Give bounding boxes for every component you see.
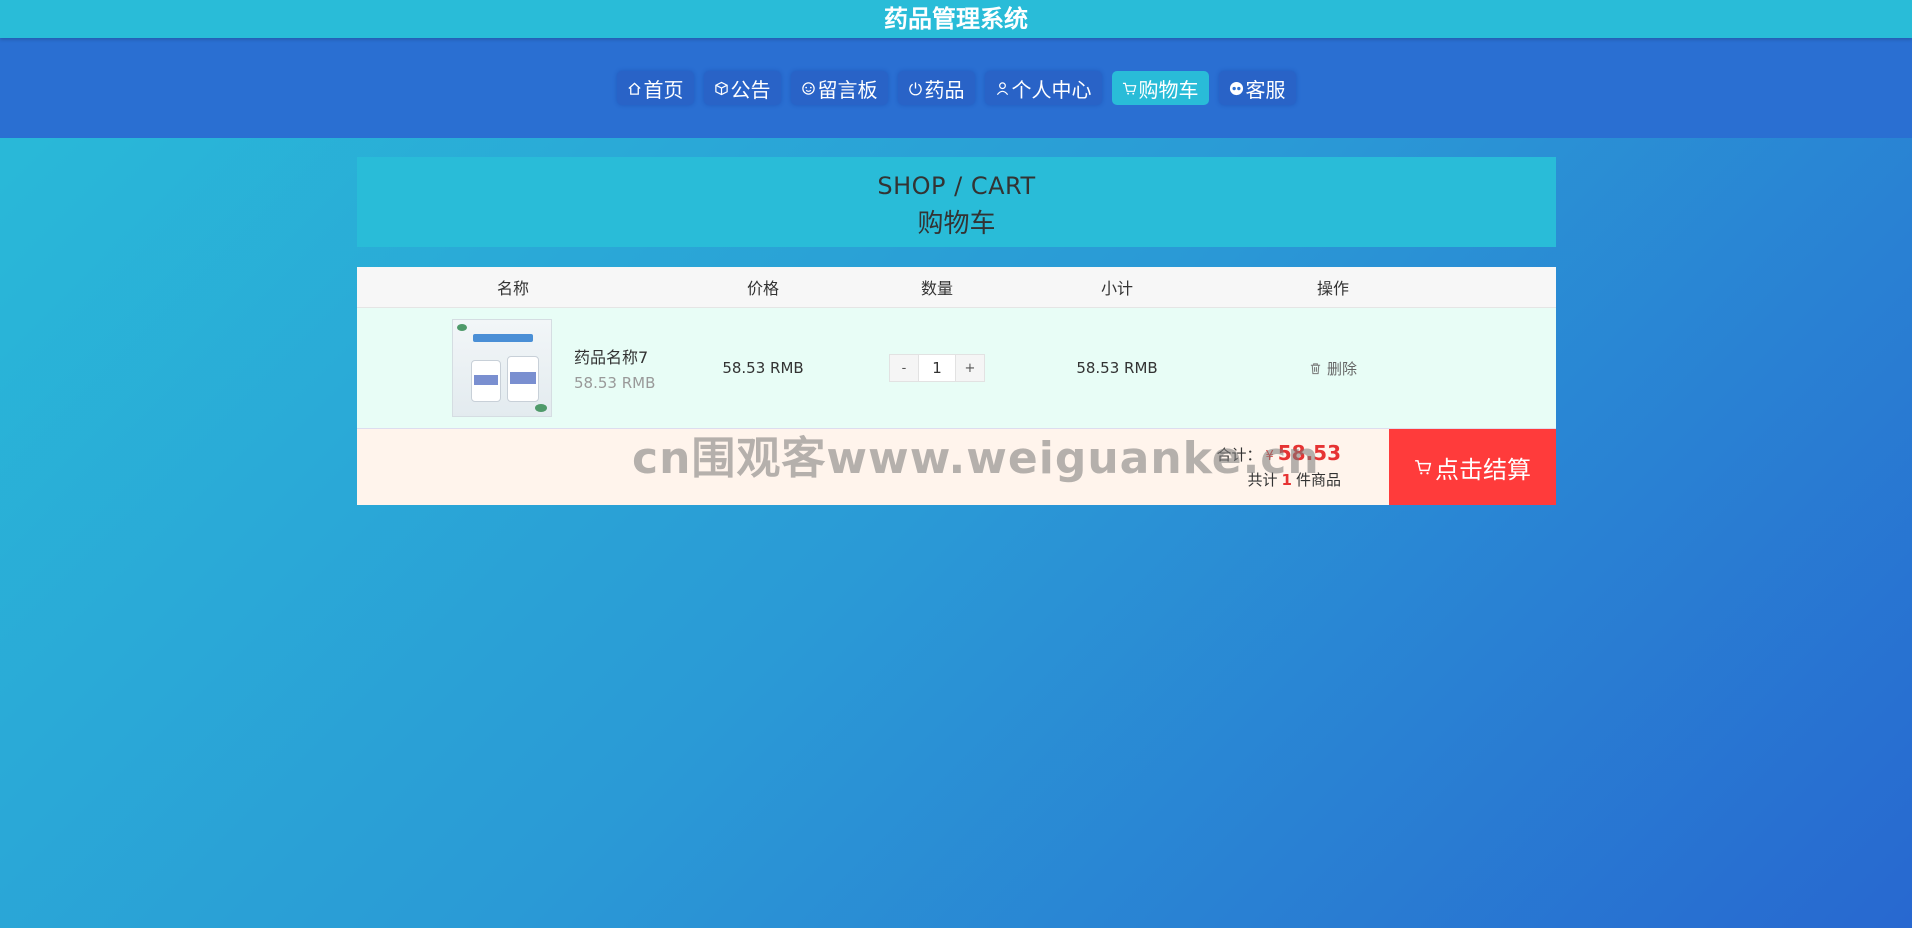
quantity-stepper: - 1 + [889, 354, 985, 382]
page-banner: SHOP / CART 购物车 [357, 157, 1556, 247]
product-name[interactable]: 药品名称7 [574, 344, 655, 368]
nav-label: 个人中心 [1011, 77, 1092, 102]
trash-icon [1310, 362, 1321, 374]
product-unit-price: 58.53 RMB [574, 374, 656, 392]
nav-item-service[interactable]: 客服 [1218, 71, 1296, 105]
nav-item-cart[interactable]: 购物车 [1111, 71, 1209, 105]
column-header-name: 名称 [496, 279, 529, 298]
nav-item-home[interactable]: 首页 [616, 71, 694, 105]
quantity-cell: - 1 + [857, 354, 1017, 382]
cube-icon [714, 81, 728, 95]
cart-icon [1415, 460, 1432, 475]
delete-label: 删除 [1326, 359, 1357, 378]
nav-label: 留言板 [817, 77, 878, 102]
cart-footer: 合计： ¥ 58.53 共计 1 件商品 点击结算 [357, 429, 1556, 505]
chat-icon [1229, 81, 1243, 95]
cart-totals: 合计： ¥ 58.53 共计 1 件商品 [1216, 429, 1389, 505]
nav-item-medicine[interactable]: 药品 [897, 71, 975, 105]
nav-item-notice[interactable]: 公告 [703, 71, 781, 105]
nav-item-profile[interactable]: 个人中心 [984, 71, 1102, 105]
banner-title: 购物车 [917, 209, 996, 239]
nav-label: 药品 [924, 77, 965, 102]
nav-label: 公告 [730, 77, 771, 102]
subtotal-cell: 58.53 RMB [1076, 359, 1158, 377]
increase-button[interactable]: + [955, 354, 985, 382]
user-icon [996, 81, 1008, 95]
home-icon [627, 81, 641, 95]
count-prefix: 共计 [1247, 471, 1278, 489]
checkout-button[interactable]: 点击结算 [1389, 429, 1556, 505]
banner-english-title: SHOP / CART [877, 172, 1036, 200]
quantity-input[interactable]: 1 [919, 354, 955, 382]
price-cell: 58.53 RMB [722, 359, 804, 377]
product-image[interactable] [452, 319, 552, 417]
main-nav: 首页 公告 留言板 药品 个人中心 购物车 客服 [0, 38, 1912, 138]
cart-icon [1122, 82, 1136, 95]
nav-item-messages[interactable]: 留言板 [790, 71, 888, 105]
column-header-actions: 操作 [1316, 279, 1349, 298]
total-amount: 58.53 [1277, 441, 1341, 465]
nav-label: 购物车 [1138, 77, 1199, 102]
column-header-quantity: 数量 [920, 279, 953, 298]
item-count: 1 [1281, 471, 1292, 489]
total-label: 合计： [1216, 446, 1262, 464]
currency-symbol: ¥ [1265, 449, 1274, 464]
checkout-label: 点击结算 [1435, 455, 1531, 484]
product-info: 药品名称7 58.53 RMB [574, 344, 655, 392]
power-icon [908, 81, 922, 95]
table-row: 药品名称7 58.53 RMB 58.53 RMB - 1 + 58.53 RM… [357, 308, 1556, 429]
cart-table: 名称 价格 数量 小计 操作 药品名称7 58.53 RMB 58.53 RMB [357, 267, 1556, 505]
column-header-price: 价格 [746, 279, 779, 298]
nav-label: 客服 [1245, 77, 1286, 102]
count-suffix: 件商品 [1295, 471, 1341, 489]
actions-cell: 删除 [1217, 358, 1449, 379]
app-title: 药品管理系统 [0, 0, 1912, 38]
message-icon [801, 81, 815, 95]
table-header: 名称 价格 数量 小计 操作 [357, 267, 1556, 308]
decrease-button[interactable]: - [889, 354, 919, 382]
nav-label: 首页 [643, 77, 684, 102]
delete-button[interactable]: 删除 [1309, 358, 1357, 379]
product-cell: 药品名称7 58.53 RMB [357, 319, 669, 417]
column-header-subtotal: 小计 [1100, 279, 1133, 298]
